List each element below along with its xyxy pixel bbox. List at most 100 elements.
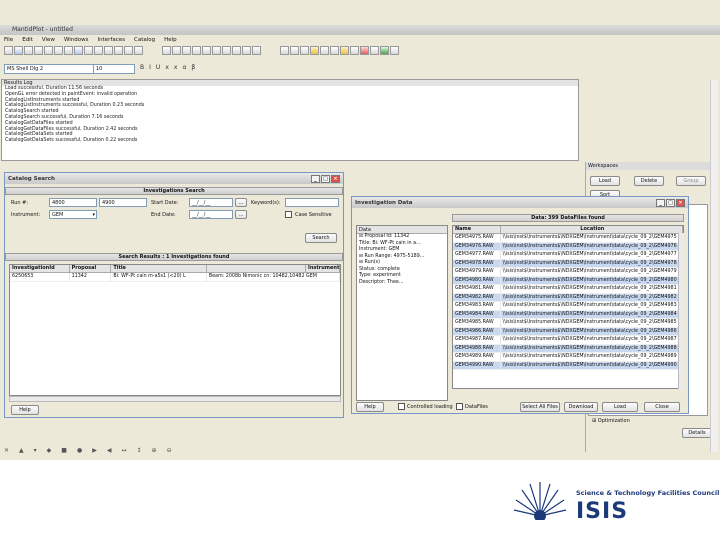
layout-3-icon[interactable]	[299, 46, 309, 55]
note-icon[interactable]	[84, 46, 93, 55]
table-row[interactable]: GEM34984.RAW \\isis\inst$\Instruments$\ND…	[453, 310, 683, 319]
table-row[interactable]: GEM34983.RAW \\isis\inst$\Instruments$\ND…	[453, 302, 683, 311]
ws-details-button[interactable]: Details	[682, 428, 712, 438]
plot-3d-icon[interactable]	[251, 46, 261, 55]
plot-scatter-icon[interactable]	[171, 46, 181, 55]
new-project-icon[interactable]	[4, 46, 13, 55]
start-date-input[interactable]: __/__/__	[189, 198, 233, 207]
minimize-icon[interactable]: _	[656, 198, 665, 207]
layout-11-icon[interactable]	[379, 46, 389, 55]
table-row[interactable]: 6250653 11342 Bi: WF-Pt cain m-a5s1 (<20…	[10, 273, 340, 282]
select-all-files-button[interactable]: Select All Files	[520, 402, 560, 412]
start-date-picker-button[interactable]: …	[235, 198, 247, 207]
table-row[interactable]: GEM34987.RAW \\isis\inst$\Instruments$\ND…	[453, 336, 683, 345]
layout-2-icon[interactable]	[289, 46, 299, 55]
col-title[interactable]: Title	[111, 265, 207, 273]
zoom-icon[interactable]	[114, 46, 123, 55]
col-location[interactable]: Location	[500, 226, 683, 234]
cursor-icon[interactable]	[134, 46, 143, 55]
table-row[interactable]: GEM34988.RAW \\isis\inst$\Instruments$\ND…	[453, 344, 683, 353]
menu-help[interactable]: Help	[164, 37, 177, 43]
pointer-icon[interactable]	[124, 46, 133, 55]
layout-5-icon[interactable]	[319, 46, 329, 55]
table-row[interactable]: GEM34986.RAW \\isis\inst$\Instruments$\ND…	[453, 327, 683, 336]
table-icon[interactable]	[64, 46, 73, 55]
layout-8-icon[interactable]	[349, 46, 359, 55]
menu-view[interactable]: View	[42, 37, 55, 43]
run-from-input[interactable]: 4800	[49, 198, 97, 207]
table-row[interactable]: GEM34982.RAW \\isis\inst$\Instruments$\ND…	[453, 293, 683, 302]
print-icon[interactable]	[34, 46, 43, 55]
menu-catalog[interactable]: Catalog	[134, 37, 155, 43]
table-row[interactable]: GEM34980.RAW \\isis\inst$\Instruments$\ND…	[453, 276, 683, 285]
col-proposal[interactable]: Proposal	[69, 265, 112, 273]
maximize-icon[interactable]: □	[321, 174, 330, 183]
tool-5-icon[interactable]: ■	[61, 447, 77, 454]
download-button[interactable]: Download	[564, 402, 598, 412]
table-row[interactable]: GEM34979.RAW \\isis\inst$\Instruments$\ND…	[453, 268, 683, 277]
table-row[interactable]: GEM34985.RAW \\isis\inst$\Instruments$\ND…	[453, 319, 683, 328]
h-scrollbar[interactable]	[9, 396, 341, 402]
undo-icon[interactable]	[44, 46, 53, 55]
col-investigationid[interactable]: InvestigationId	[10, 265, 70, 273]
tool-2-icon[interactable]: ▲	[19, 447, 34, 454]
plot-box-icon[interactable]	[221, 46, 231, 55]
ws-delete-button[interactable]: Delete	[634, 176, 664, 186]
tool-9-icon[interactable]: ↔	[121, 447, 136, 454]
matrix-icon[interactable]	[74, 46, 83, 55]
minimize-icon[interactable]: _	[311, 174, 320, 183]
menu-windows[interactable]: Windows	[64, 37, 89, 43]
menu-file[interactable]: File	[4, 37, 13, 43]
help-button[interactable]: Help	[11, 405, 39, 415]
workspace-scrollbar[interactable]	[710, 80, 718, 452]
redo-icon[interactable]	[54, 46, 63, 55]
graph-icon[interactable]	[94, 46, 103, 55]
controlled-loading-checkbox[interactable]	[398, 403, 405, 410]
layout-1-icon[interactable]	[279, 46, 289, 55]
close-button[interactable]: Close	[644, 402, 680, 412]
instrument-select[interactable]: GEM ▾	[49, 210, 97, 219]
open-icon[interactable]	[14, 46, 23, 55]
table-row[interactable]: GEM34989.RAW \\isis\inst$\Instruments$\ND…	[453, 353, 683, 362]
table-row[interactable]: GEM34976.RAW \\isis\inst$\Instruments$\ND…	[453, 242, 683, 251]
function-icon[interactable]	[104, 46, 113, 55]
plot-hist-icon[interactable]	[231, 46, 241, 55]
col-instrument[interactable]: Instrument	[306, 265, 340, 273]
end-date-picker-button[interactable]: …	[235, 210, 247, 219]
layout-10-icon[interactable]	[369, 46, 379, 55]
col-name[interactable]: Name	[453, 226, 501, 234]
tool-6-icon[interactable]: ●	[77, 447, 92, 454]
layout-7-icon[interactable]	[339, 46, 349, 55]
close-icon[interactable]: ×	[676, 198, 685, 207]
table-row[interactable]: GEM34981.RAW \\isis\inst$\Instruments$\ND…	[453, 285, 683, 294]
ws-optimization-item[interactable]: ⊞ Optimization	[592, 418, 630, 424]
tool-3-icon[interactable]: ▾	[34, 447, 47, 454]
menu-interfaces[interactable]: Interfaces	[98, 37, 126, 43]
menu-edit[interactable]: Edit	[22, 37, 33, 43]
close-icon[interactable]: ×	[331, 174, 340, 183]
end-date-input[interactable]: __/__/__	[189, 210, 233, 219]
tool-8-icon[interactable]: ◀	[107, 447, 122, 454]
tool-4-icon[interactable]: ◆	[47, 447, 62, 454]
load-button[interactable]: Load	[602, 402, 638, 412]
plot-area-icon[interactable]	[191, 46, 201, 55]
subscript-icon[interactable]: x	[165, 64, 174, 71]
layout-12-icon[interactable]	[389, 46, 399, 55]
keywords-input[interactable]	[285, 198, 339, 207]
tool-12-icon[interactable]: ⊖	[167, 447, 182, 454]
plot-bar-icon[interactable]	[181, 46, 191, 55]
italic-icon[interactable]: I	[149, 64, 156, 71]
beta-icon[interactable]: β	[191, 64, 200, 71]
underline-icon[interactable]: U	[156, 64, 165, 71]
table-row[interactable]: GEM34977.RAW \\isis\inst$\Instruments$\ND…	[453, 251, 683, 260]
search-button[interactable]: Search	[305, 233, 337, 243]
tool-11-icon[interactable]: ⊕	[152, 447, 167, 454]
table-row[interactable]: GEM34975.RAW \\isis\inst$\Instruments$\ND…	[453, 234, 683, 243]
maximize-icon[interactable]: □	[666, 198, 675, 207]
save-icon[interactable]	[24, 46, 33, 55]
run-to-input[interactable]: 4900	[99, 198, 147, 207]
plot-pie-icon[interactable]	[201, 46, 211, 55]
table-row[interactable]: GEM34978.RAW \\isis\inst$\Instruments$\ND…	[453, 259, 683, 268]
plot-vector-icon[interactable]	[211, 46, 221, 55]
table-row[interactable]: GEM34990.RAW \\isis\inst$\Instruments$\ND…	[453, 361, 683, 370]
